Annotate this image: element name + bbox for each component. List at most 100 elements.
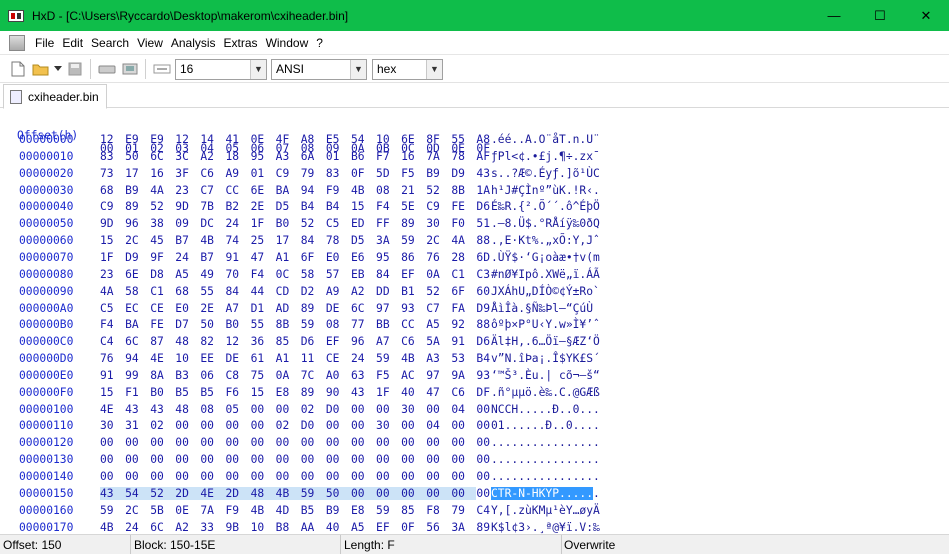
hex-byte[interactable]: F1 <box>125 386 150 399</box>
hex-byte[interactable]: 02 <box>301 403 326 416</box>
hex-byte[interactable]: C6 <box>200 167 225 180</box>
row-ascii[interactable]: ôºþ×P°U‹Y.w»Ì¥’ˆ <box>491 318 600 331</box>
hex-byte[interactable]: 17 <box>276 234 301 247</box>
hex-byte[interactable]: 5A <box>426 335 451 348</box>
hex-byte[interactable]: 55 <box>200 285 225 298</box>
menu-window[interactable]: Window <box>262 31 313 55</box>
row-ascii[interactable]: v”N.îÞa¡.Î$YK£S´ <box>491 352 600 365</box>
hex-byte[interactable]: 00 <box>301 436 326 449</box>
hex-byte[interactable]: 00 <box>426 486 452 500</box>
hex-byte[interactable]: EF <box>376 521 401 534</box>
hex-byte[interactable]: 59 <box>376 352 401 365</box>
hex-byte[interactable]: 4A <box>100 285 125 298</box>
hex-byte[interactable]: 7A <box>200 504 225 517</box>
hex-byte[interactable]: A9 <box>225 167 250 180</box>
hex-byte[interactable]: 00 <box>376 403 401 416</box>
hex-byte[interactable]: 2E <box>200 302 225 315</box>
hex-byte[interactable]: A9 <box>326 285 351 298</box>
chevron-down-icon[interactable]: ▼ <box>350 59 366 79</box>
save-icon[interactable] <box>64 58 86 80</box>
hex-byte[interactable]: F5 <box>401 167 426 180</box>
hex-byte[interactable]: ED <box>351 217 376 230</box>
hex-byte[interactable]: 47 <box>426 386 451 399</box>
hex-byte[interactable]: 00 <box>200 419 225 432</box>
hex-byte[interactable]: 00 <box>401 470 426 483</box>
hex-byte[interactable]: 2C <box>125 504 150 517</box>
hex-byte[interactable]: F9 <box>225 504 250 517</box>
hex-byte[interactable]: 44 <box>251 285 276 298</box>
hex-byte[interactable]: FE <box>150 318 175 331</box>
hex-byte[interactable]: 06 <box>200 369 225 382</box>
hex-byte[interactable]: 8B <box>451 184 476 197</box>
hex-byte[interactable]: 59 <box>301 318 326 331</box>
hex-byte[interactable]: D7 <box>175 318 200 331</box>
hex-byte[interactable]: 6C <box>351 302 376 315</box>
hex-byte[interactable]: D2 <box>301 285 326 298</box>
hex-byte[interactable]: 79 <box>451 504 476 517</box>
hex-byte[interactable]: 00 <box>100 470 125 483</box>
hex-byte[interactable]: 00 <box>426 436 451 449</box>
hex-byte[interactable]: C1 <box>150 285 175 298</box>
hex-byte[interactable]: 30 <box>426 217 451 230</box>
hex-byte[interactable]: 4A <box>451 234 476 247</box>
hex-byte[interactable]: B6 <box>351 150 376 163</box>
hex-byte[interactable]: 49 <box>200 268 225 281</box>
hex-byte[interactable]: 93 <box>401 302 426 315</box>
hex-byte[interactable]: 00 <box>251 419 276 432</box>
hex-byte[interactable]: 48 <box>175 403 200 416</box>
hex-byte[interactable]: 7A <box>426 150 451 163</box>
hex-byte[interactable]: 05 <box>225 403 250 416</box>
hex-byte[interactable]: 6E <box>401 133 426 146</box>
hex-byte[interactable]: 4A <box>150 184 175 197</box>
hex-byte[interactable]: B0 <box>225 318 250 331</box>
hex-byte[interactable]: F6 <box>225 386 250 399</box>
hex-byte[interactable]: 59 <box>100 504 125 517</box>
hex-byte[interactable]: D0 <box>326 403 351 416</box>
hex-byte[interactable]: 54 <box>351 133 376 146</box>
hex-byte[interactable]: 3A <box>451 521 476 534</box>
hex-byte[interactable]: 6A <box>301 150 326 163</box>
hex-byte[interactable]: 24 <box>125 521 150 534</box>
hex-byte[interactable]: 25 <box>251 234 276 247</box>
hex-byte[interactable]: 4E <box>200 486 226 500</box>
hex-byte[interactable]: 61 <box>251 352 276 365</box>
hex-byte[interactable]: 12 <box>175 133 200 146</box>
hex-byte[interactable]: 18 <box>225 150 250 163</box>
hex-byte[interactable]: 00 <box>376 470 401 483</box>
hex-byte[interactable]: B5 <box>301 504 326 517</box>
hex-byte[interactable]: 5D <box>376 167 401 180</box>
hex-byte[interactable]: 16 <box>150 167 175 180</box>
row-ascii[interactable]: ................ <box>491 436 600 449</box>
bytes-per-row-select[interactable]: 16 ▼ <box>175 58 267 80</box>
hex-byte[interactable]: 57 <box>326 268 351 281</box>
hex-byte[interactable]: 9B <box>225 521 250 534</box>
hex-byte[interactable]: CE <box>150 302 175 315</box>
row-ascii[interactable]: ƒPl<¢.•£j.¶÷.zx¯ <box>491 150 600 163</box>
hex-byte[interactable]: 00 <box>100 436 125 449</box>
hex-byte[interactable]: 00 <box>350 486 377 500</box>
hex-byte[interactable]: 00 <box>401 419 426 432</box>
hex-byte[interactable]: 68 <box>175 285 200 298</box>
open-disk-icon[interactable] <box>96 58 118 80</box>
hex-byte[interactable]: 41 <box>225 133 250 146</box>
hex-byte[interactable]: 5E <box>401 200 426 213</box>
hex-byte[interactable]: 92 <box>451 318 476 331</box>
hex-byte[interactable]: E0 <box>326 251 351 264</box>
hex-byte[interactable]: B7 <box>200 251 225 264</box>
hex-byte[interactable]: 00 <box>276 403 301 416</box>
hex-byte[interactable]: 73 <box>100 167 125 180</box>
hex-byte[interactable]: F4 <box>376 200 401 213</box>
hex-byte[interactable]: 00 <box>401 486 427 500</box>
hex-byte[interactable]: 04 <box>426 419 451 432</box>
hex-byte[interactable]: 15 <box>100 386 125 399</box>
hex-byte[interactable]: 40 <box>401 386 426 399</box>
hex-byte[interactable]: AC <box>401 369 426 382</box>
hex-byte[interactable]: 45 <box>150 234 175 247</box>
hex-byte[interactable]: 89 <box>301 386 326 399</box>
hex-byte[interactable]: 00 <box>351 419 376 432</box>
hex-byte[interactable]: 00 <box>376 486 402 500</box>
hex-byte[interactable]: D5 <box>276 200 301 213</box>
hex-byte[interactable]: 11 <box>301 352 326 365</box>
hex-byte[interactable]: 89 <box>125 200 150 213</box>
hex-byte[interactable]: 00 <box>150 470 175 483</box>
